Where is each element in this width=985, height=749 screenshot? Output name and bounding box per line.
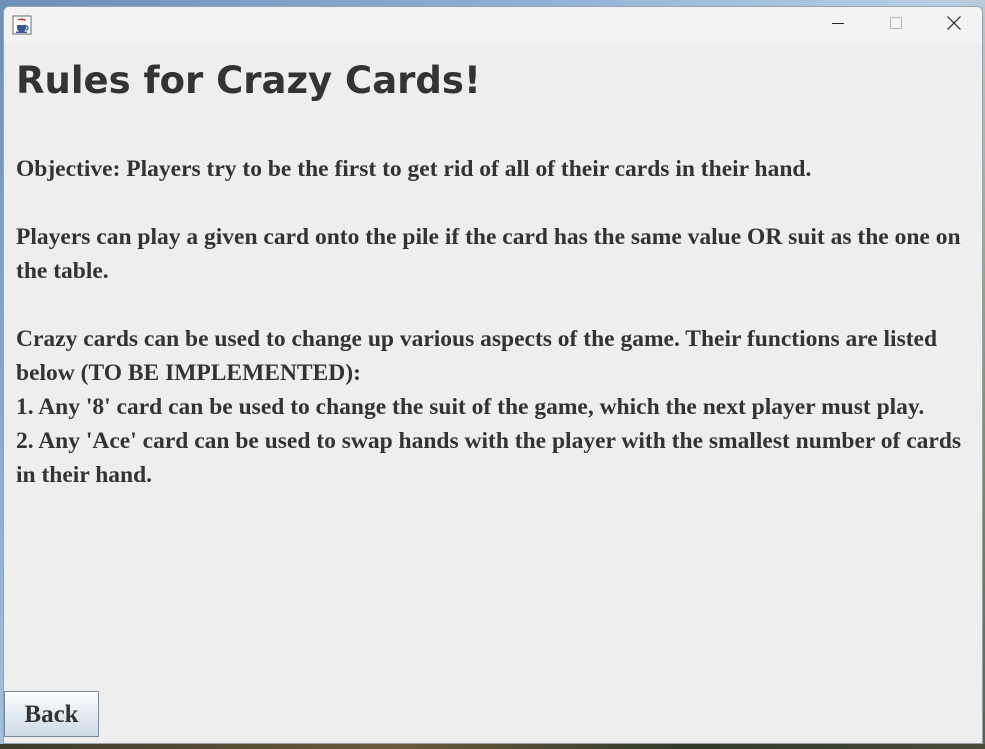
minimize-icon — [832, 16, 844, 34]
maximize-button[interactable] — [867, 7, 925, 43]
desktop-background — [0, 744, 985, 749]
rules-content: Rules for Crazy Cards! Objective: Player… — [16, 43, 971, 492]
rule-item-ace: 2. Any 'Ace' card can be used to swap ha… — [16, 428, 962, 488]
title-bar[interactable] — [4, 7, 982, 43]
java-cup-icon — [12, 15, 32, 35]
close-button[interactable] — [925, 7, 982, 43]
close-icon — [947, 15, 961, 35]
crazy-cards-intro: Crazy cards can be used to change up var… — [16, 326, 938, 386]
rule-item-eight: 1. Any '8' card can be used to change th… — [16, 394, 925, 420]
back-button[interactable]: Back — [4, 691, 99, 737]
maximize-icon — [890, 16, 902, 34]
rules-text: Objective: Players try to be the first t… — [16, 152, 971, 492]
rules-window: Rules for Crazy Cards! Objective: Player… — [3, 6, 983, 744]
objective-text: Objective: Players try to be the first t… — [16, 156, 812, 182]
page-title: Rules for Crazy Cards! — [16, 59, 481, 102]
minimize-button[interactable] — [809, 7, 867, 43]
play-rule-text: Players can play a given card onto the p… — [16, 224, 961, 284]
